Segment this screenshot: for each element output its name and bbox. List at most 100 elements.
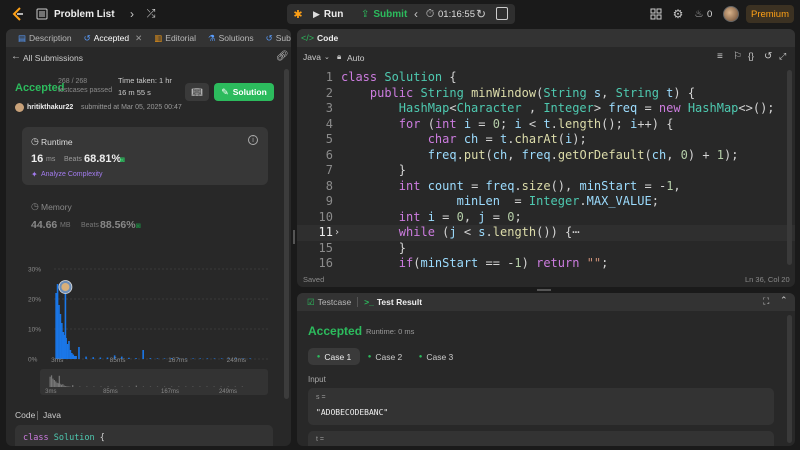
tab-description[interactable]: ▤ Description [12,29,78,47]
mini-bar [107,386,109,387]
solutions-icon: ⚗ [208,32,216,43]
editor-scrollbar[interactable] [787,70,792,265]
avatar[interactable] [723,6,739,22]
info-icon[interactable]: i [248,135,258,145]
next-problem-icon[interactable]: › [126,7,138,21]
edit-icon: ✎ [221,86,229,97]
submit-button[interactable]: ⇪ Submit [357,5,407,23]
editorial-icon: ▥ [154,32,163,43]
layout-icon[interactable] [650,8,662,20]
code-line[interactable]: 16 if(minStart == -1) return ""; [297,256,795,269]
test-scrollbar[interactable] [787,315,792,443]
left-scrollbar[interactable] [284,69,289,399]
format-icon[interactable]: ≡ [717,51,723,62]
code-line[interactable]: 3 HashMap<Character , Integer> freq = ne… [297,101,795,117]
auto-mode[interactable]: Auto [347,53,365,63]
case-2-tab[interactable]: ● Case 2 [364,348,406,365]
runtime-range-selector[interactable]: 3ms 85ms 167ms 249ms [40,369,268,395]
bookmark-icon[interactable]: ⚐ [733,51,742,62]
line-number: 11 [318,225,333,239]
analyze-complexity-link[interactable]: Analyze Complexity [41,171,102,178]
solution-button[interactable]: ✎ Solution [214,83,274,101]
distribution-bar [106,357,109,359]
submission-panel: ▤ Description ↺ Accepted ✕ ▥ Editorial ⚗ Solu… [6,29,291,446]
prev-problem-icon[interactable]: ‹ [107,7,119,21]
tab-submissions[interactable]: ↺Submi [260,29,291,47]
mini-bar [135,385,137,387]
code-token: while [398,225,443,239]
code-line[interactable]: 10 int i = 0, j = 0; [297,210,795,226]
premium-button[interactable]: Premium [746,5,794,23]
leetcode-logo[interactable] [10,6,26,22]
back-arrow-icon[interactable]: ← [11,51,21,62]
tab-editorial[interactable]: ▥ Editorial [148,29,202,47]
memory-label[interactable]: Memory [41,202,72,212]
case-3-tab[interactable]: ● Case 3 [415,348,457,365]
code-tab[interactable]: Code [317,33,338,43]
run-button[interactable]: ▶ Run [309,5,353,23]
code-line[interactable]: 1 class Solution { [297,70,795,86]
code-line[interactable]: 2 public String minWindow(String s, Stri… [297,86,795,102]
list-icon[interactable] [36,8,48,20]
code-area[interactable]: 1 class Solution {2 public String minWind… [297,70,795,269]
code-token: <>(); [738,101,775,115]
settings-gear-icon[interactable]: ⚙ [672,7,684,21]
tab-testcase[interactable]: ☑ Testcase [301,293,357,311]
code-token: = [471,178,486,193]
mini-bar [59,383,61,387]
problem-list-link[interactable]: Problem List [54,9,115,20]
code-token: for [398,116,428,131]
user-avatar[interactable] [15,103,24,112]
runtime-distribution-chart[interactable]: 30% 20% 10% 0% 3ms 85ms 167ms 249ms [6,251,291,363]
code-token: , [463,209,479,224]
streak-flame-icon[interactable]: ♨ [694,7,704,21]
code-token: , [673,178,681,193]
braces-icon[interactable]: {} [748,51,754,61]
horizontal-resize-handle[interactable] [537,289,551,291]
code-line[interactable]: 7 } [297,163,795,179]
play-icon: ▶ [313,8,320,19]
case-1-tab[interactable]: ● Case 1 [308,348,360,365]
code-line[interactable]: 4 for (int i = 0; i < t.length(); i++) { [297,117,795,133]
code-text: int count = freq.size(), minStart = -1, [341,179,681,195]
runtime-beats-label: Beats [64,156,82,163]
vertical-resize-handle[interactable] [293,230,295,244]
y-tick-label: 0% [28,357,38,364]
reset-timer-icon[interactable]: ↻ [475,7,487,21]
mini-tick-label: 85ms [103,389,118,395]
code-line[interactable]: 9 minLen = Integer.MAX_VALUE; [297,194,795,210]
fold-chevron-icon[interactable]: › [334,225,340,241]
collapse-timer-icon[interactable]: ‹ [411,7,421,21]
code-token: = [644,101,659,115]
debug-icon[interactable]: ✱ [290,5,306,23]
distribution-bar [73,356,76,359]
share-link-icon[interactable]: 🔗︎ [276,51,289,62]
all-submissions-link[interactable]: All Submissions [23,53,83,63]
clock-icon: ◷ [31,136,39,146]
beats-badge-icon: ◙ [120,155,125,164]
tab-accepted[interactable]: ↺ Accepted ✕ [78,29,149,47]
note-icon[interactable] [496,7,508,20]
submission-user[interactable]: hritikthakur22 [27,104,73,111]
shuffle-icon[interactable]: ⤮ [145,7,157,21]
book-icon-button[interactable]: 📖︎ [185,83,209,101]
chevron-up-icon[interactable]: ⌃ [780,295,788,306]
code-line[interactable]: 11 › while (j < s.length()) {⋯ [297,225,795,241]
code-line[interactable]: 5 char ch = t.charAt(i); [297,132,795,148]
timer-value[interactable]: 01:16:55 [438,9,475,20]
tab-solutions[interactable]: ⚗ Solutions [202,29,260,47]
close-tab-icon[interactable]: ✕ [135,33,142,44]
language-select[interactable]: Java ⌄ [303,52,330,62]
expand-icon[interactable]: ⛶ [763,296,769,307]
reset-code-icon[interactable]: ↺ [764,51,772,62]
code-section-divider [37,411,38,420]
fullscreen-icon[interactable]: ⤢ [779,51,786,62]
code-line[interactable]: 8 int count = freq.size(), minStart = -1… [297,179,795,195]
code-line[interactable]: 6 freq.put(ch, freq.getOrDefault(ch, 0) … [297,148,795,164]
code-line[interactable]: 15 } [297,241,795,257]
code-section-language: Java [43,410,61,420]
distribution-bar [199,358,202,359]
tab-test-result[interactable]: >_ Test Result [358,293,428,311]
